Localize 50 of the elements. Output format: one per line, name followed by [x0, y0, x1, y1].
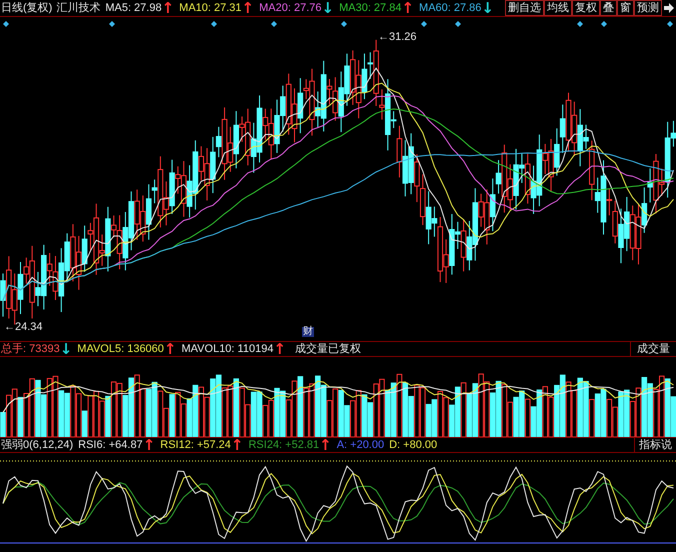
trend-arrow: ↓ — [481, 0, 494, 16]
trend-arrow: ↑ — [319, 438, 332, 452]
trend-arrow: ↑ — [242, 0, 254, 16]
indicator-value: A: +20.00 — [336, 438, 384, 453]
trend-arrow: ↓ — [322, 0, 334, 16]
trend-arrow: ↑ — [142, 438, 156, 452]
stock-name: 汇川技术 — [56, 0, 100, 16]
diamond-marker-icon — [341, 21, 347, 27]
diamond-marker-icon — [271, 21, 277, 27]
indicator-value: MA5: 27.98 — [105, 0, 162, 16]
indicator-value: MA20: 27.76 — [259, 0, 322, 16]
indicator-value: MAVOL5: 136060 — [77, 342, 164, 357]
diamond-marker-icon — [421, 21, 427, 27]
toolbar-button[interactable]: 预测 — [634, 0, 662, 16]
event-badge[interactable]: 财 — [302, 327, 314, 337]
diamond-marker-icon — [3, 21, 9, 27]
indicator-value: MA30: 27.84 — [339, 0, 402, 16]
indicator-value: 强弱0(6,12,24) — [1, 438, 74, 453]
trend-arrow: ↓ — [60, 342, 72, 356]
right-arrow-icon[interactable] — [664, 3, 674, 13]
indicator-help-tab[interactable]: 指标说 — [634, 437, 676, 453]
toolbar-button[interactable]: 窗 — [617, 0, 634, 16]
diamond-marker-icon — [211, 21, 217, 27]
diamond-marker-icon — [577, 21, 583, 27]
indicator-value: RSI12: +57.24 — [160, 438, 231, 453]
indicator-value: D: +80.00 — [389, 438, 438, 453]
trend-arrow: ↑ — [273, 342, 286, 356]
diamond-marker-icon — [109, 21, 115, 27]
indicator-value: MA60: 27.86 — [419, 0, 482, 16]
indicator-value: MA10: 27.31 — [179, 0, 242, 16]
high-price-marker: ←31.26 — [378, 30, 417, 45]
trend-arrow: ↑ — [162, 0, 174, 16]
period-label: 日线(复权) — [1, 0, 52, 16]
toolbar-button[interactable]: 均线 — [544, 0, 572, 16]
diamond-marker-icon — [601, 21, 607, 27]
volume-tab[interactable]: 成交量 — [630, 341, 676, 357]
indicator-value: RSI24: +52.81 — [248, 438, 320, 453]
trend-arrow: ↑ — [230, 438, 244, 452]
indicator-value: MAVOL10: 110194 — [182, 342, 274, 357]
toolbar-button[interactable]: 复权 — [572, 0, 600, 16]
trend-arrow: ↑ — [164, 342, 176, 356]
indicator-value: 总手: 73393 — [1, 342, 60, 357]
indicator-value: RSI6: +64.87 — [78, 438, 143, 453]
diamond-marker-icon — [667, 21, 673, 27]
low-price-marker: ←24.34 — [4, 320, 43, 335]
toolbar-button[interactable]: 叠 — [600, 0, 617, 16]
volume-note: 成交量已复权 — [295, 342, 362, 357]
trend-arrow: ↑ — [401, 0, 414, 16]
diamond-marker-icon — [455, 21, 461, 27]
toolbar-button[interactable]: 删自选 — [505, 0, 544, 16]
